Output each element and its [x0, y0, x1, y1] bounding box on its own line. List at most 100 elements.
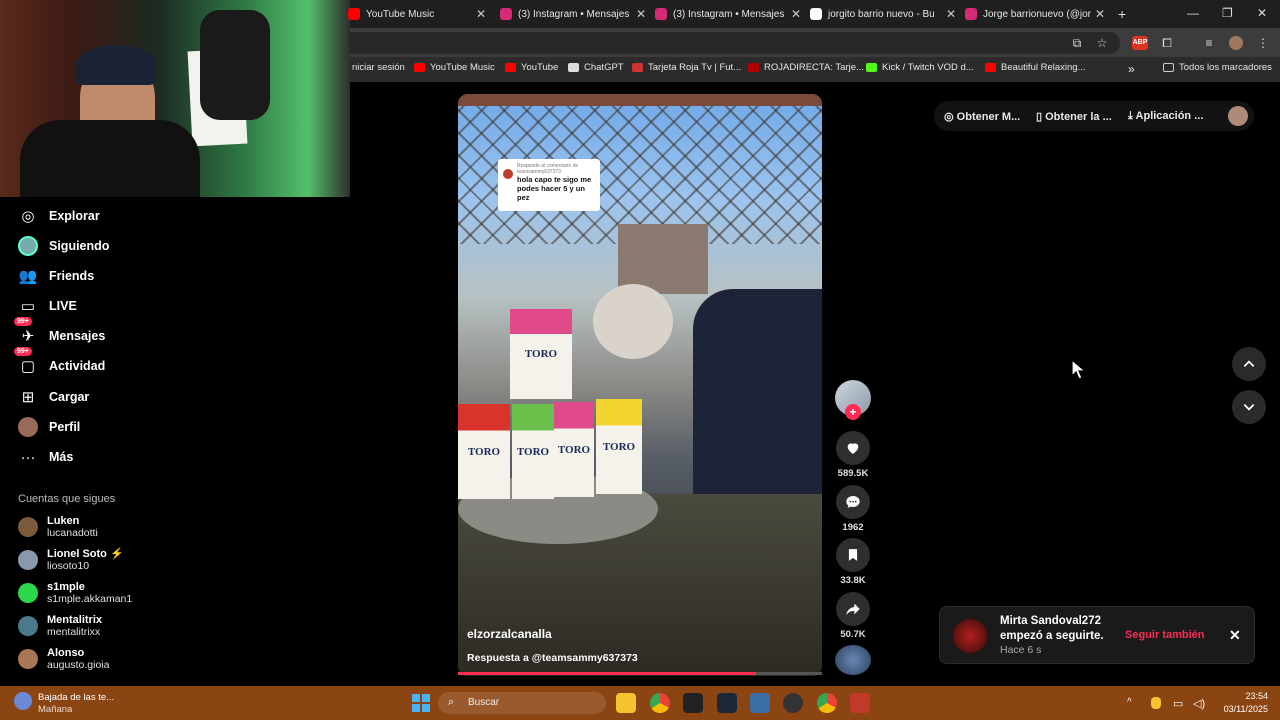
bookmark-item[interactable]: Beautiful Relaxing... [985, 62, 1086, 73]
previous-video-button[interactable] [1232, 347, 1266, 381]
weather-title[interactable]: Bajada de las te... [38, 692, 114, 703]
install-app-icon[interactable]: ⧉ [1070, 36, 1084, 50]
video-progress-fill [458, 672, 757, 675]
capture-app-icon[interactable] [850, 693, 870, 713]
close-window-button[interactable]: ✕ [1257, 6, 1267, 20]
epic-games-icon[interactable] [683, 693, 703, 713]
notification-badge: 99+ [14, 347, 32, 356]
like-button[interactable] [836, 431, 870, 465]
sidebar-item-label: Perfil [49, 420, 81, 434]
sidebar-item-label: Cargar [49, 390, 90, 404]
user-avatar[interactable] [1228, 106, 1248, 126]
windows-taskbar [0, 686, 1280, 720]
desktop-app-button[interactable]: ⤓ Aplicación ... [1128, 110, 1203, 123]
bookmark-item[interactable]: niciar sesión [352, 62, 405, 73]
coin-icon: ◎ [944, 111, 954, 123]
followed-account[interactable]: Alonso augusto.gioia [18, 647, 109, 671]
network-icon[interactable]: ▭ [1173, 697, 1183, 710]
extensions-icon[interactable]: ⧠ [1160, 36, 1174, 50]
bookmark-item[interactable]: YouTube Music [414, 62, 495, 73]
adblock-extension-icon[interactable]: ABP [1132, 36, 1148, 50]
music-disc-icon[interactable] [835, 645, 871, 675]
profile-avatar-icon[interactable] [1229, 36, 1243, 50]
minimize-button[interactable]: — [1187, 6, 1199, 20]
sidebar-item-siguiendo[interactable]: Siguiendo [18, 235, 109, 257]
file-explorer-icon[interactable] [616, 693, 636, 713]
sidebar-item-label: LIVE [49, 299, 77, 313]
comment-button[interactable] [836, 485, 870, 519]
save-button[interactable] [836, 538, 870, 572]
obs-icon[interactable] [783, 693, 803, 713]
tab-close-icon[interactable]: ✕ [791, 7, 801, 21]
bookmark-item[interactable]: ChatGPT [568, 62, 624, 73]
close-notification-button[interactable]: ✕ [1229, 627, 1241, 644]
sidebar-item-ms[interactable]: ··· Más [18, 446, 74, 468]
sidebar-item-label: Actividad [49, 359, 106, 373]
bookmark-item[interactable]: ROJADIRECTA: Tarje... [748, 62, 864, 73]
maximize-button[interactable]: ❐ [1222, 6, 1233, 20]
new-tab-button[interactable]: + [1118, 6, 1126, 22]
bookmarks-overflow-button[interactable]: » [1128, 62, 1135, 76]
sidebar-item-mensajes[interactable]: ✈ 99+ Mensajes [14, 317, 105, 347]
video-author[interactable]: elzorzalcanalla [467, 627, 552, 641]
sidebar-item-friends[interactable]: 👥 Friends [18, 265, 95, 287]
get-coins-button[interactable]: ◎ Obtener M... [944, 110, 1020, 123]
followed-account[interactable]: Mentalitrix mentalitrixx [18, 614, 102, 638]
gaming-chair [200, 10, 270, 120]
account-avatar [18, 649, 38, 669]
tab-close-icon[interactable]: ✕ [636, 7, 646, 21]
bookmark-favicon-icon [632, 63, 643, 72]
windows-start-icon[interactable] [412, 694, 430, 712]
account-avatar [18, 616, 38, 636]
sidebar-item-explorar[interactable]: ◎ Explorar [18, 205, 99, 227]
clock-date[interactable]: 03/11/2025 [1212, 704, 1268, 714]
account-handle: liosoto10 [47, 560, 90, 572]
get-app-button[interactable]: ▯ Obtener la ... [1036, 110, 1112, 123]
browser-tab[interactable]: (3) Instagram • Mensajes ✕ [500, 4, 646, 24]
next-video-button[interactable] [1232, 390, 1266, 424]
browser-tab[interactable]: YouTube Music ✕ [348, 4, 486, 24]
media-control-icon[interactable]: ≡ [1202, 36, 1216, 50]
chrome-profile-icon[interactable] [817, 693, 837, 713]
video-caption[interactable]: Respuesta a @teamsammy637373 [467, 652, 638, 664]
tab-close-icon[interactable]: ✕ [1095, 7, 1105, 21]
app-icon[interactable] [750, 693, 770, 713]
all-bookmarks-button[interactable]: Todos los marcadores [1163, 62, 1272, 73]
follow-plus-icon[interactable]: + [845, 404, 861, 420]
follow-back-button[interactable]: Seguir también [1125, 629, 1204, 641]
weather-icon[interactable] [14, 692, 32, 710]
tray-overflow-icon[interactable]: ^ [1127, 697, 1132, 708]
tab-title: (3) Instagram • Mensajes [518, 8, 630, 20]
address-bar[interactable] [350, 32, 1120, 54]
volume-icon[interactable]: ◁) [1193, 697, 1205, 710]
steam-icon[interactable] [717, 693, 737, 713]
followed-account[interactable]: Lionel Soto ⚡ liosoto10 [18, 548, 124, 572]
tab-close-icon[interactable]: ✕ [946, 7, 956, 21]
account-handle: mentalitrixx [47, 626, 101, 638]
clock-time[interactable]: 23:54 [1212, 691, 1268, 701]
chevron-up-icon [1243, 360, 1255, 367]
video-player[interactable]: TORO TORO TORO TORO TORO Responde al comenta… [458, 94, 822, 676]
tab-close-icon[interactable]: ✕ [476, 7, 486, 21]
all-bookmarks-label: Todos los marcadores [1179, 62, 1272, 73]
box-brand-label: TORO [516, 445, 550, 458]
menu-kebab-icon[interactable]: ⋮ [1256, 36, 1270, 50]
share-button[interactable] [836, 592, 870, 626]
sidebar-item-perfil[interactable]: Perfil [18, 416, 80, 438]
chrome-icon[interactable] [650, 693, 670, 713]
sidebar-item-label: Siguiendo [49, 239, 110, 253]
followed-account[interactable]: s1mple s1mple.akkaman1 [18, 581, 132, 605]
bookmark-star-icon[interactable]: ☆ [1095, 36, 1109, 50]
taskbar-search-field[interactable]: ⌕ Buscar [438, 692, 606, 714]
browser-tab[interactable]: jorgito barrio nuevo - Bu ✕ [810, 4, 956, 24]
sidebar-item-live[interactable]: ▭ LIVE [18, 295, 77, 317]
microphone-icon[interactable] [1151, 697, 1161, 709]
followed-account[interactable]: Luken lucanadotti [18, 515, 98, 539]
bookmark-item[interactable]: Kick / Twitch VOD d... [866, 62, 974, 73]
bookmark-item[interactable]: Tarjeta Roja Tv | Fut... [632, 62, 741, 73]
bookmark-item[interactable]: YouTube [505, 62, 558, 73]
sidebar-item-actividad[interactable]: ▢ 99+ Actividad [14, 347, 106, 377]
browser-tab[interactable]: (3) Instagram • Mensajes ✕ [655, 4, 801, 24]
browser-tab[interactable]: Jorge barrionuevo (@jor ✕ [965, 4, 1105, 24]
sidebar-item-cargar[interactable]: ⊞ Cargar [18, 386, 90, 408]
